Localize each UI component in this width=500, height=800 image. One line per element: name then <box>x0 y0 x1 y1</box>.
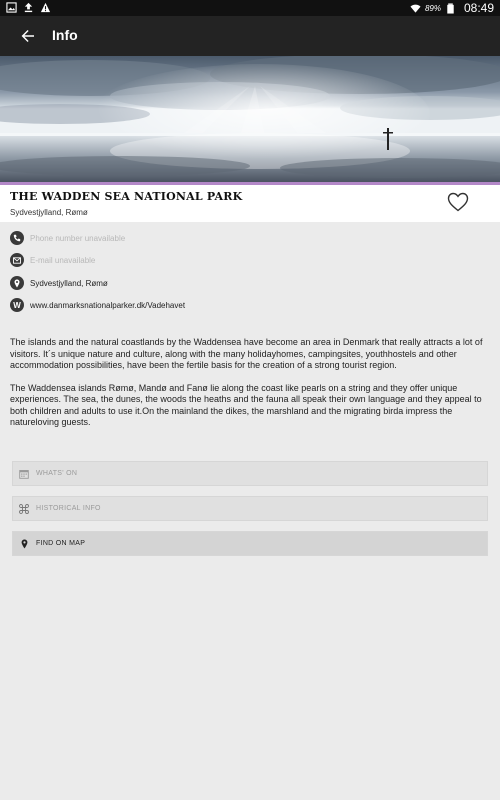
phone-text: Phone number unavailable <box>30 233 126 243</box>
arrow-back-icon <box>21 30 34 42</box>
heart-outline-icon <box>447 192 469 212</box>
battery-percent: 89% <box>424 3 441 13</box>
location-pin-icon <box>18 538 30 550</box>
status-notifications <box>6 2 51 13</box>
hero-image <box>0 56 500 182</box>
historical-info-button[interactable]: HISTORICAL INFO <box>12 496 488 521</box>
map-pin-icon <box>10 276 24 290</box>
description: The islands and the natural coastlands b… <box>10 337 490 440</box>
calendar-icon <box>18 468 30 480</box>
status-system: 89% 08:49 <box>410 1 494 15</box>
back-button[interactable] <box>16 26 40 46</box>
website-link[interactable]: www.danmarksnationalparker.dk/Vadehavet <box>30 301 185 310</box>
email-text: E-mail unavailable <box>30 255 96 265</box>
description-paragraph: The islands and the natural coastlands b… <box>10 337 483 370</box>
warning-notification-icon <box>40 2 51 13</box>
place-subtitle: Sydvestjylland, Rømø <box>10 208 88 217</box>
envelope-icon <box>10 253 24 267</box>
email-row: E-mail unavailable <box>10 252 95 268</box>
address-text: Sydvestjylland, Rømø <box>30 278 108 288</box>
wifi-icon <box>410 4 421 13</box>
find-on-map-button[interactable]: FIND ON MAP <box>12 531 488 556</box>
image-notification-icon <box>6 2 17 13</box>
place-title: THE WADDEN SEA NATIONAL PARK <box>10 190 243 203</box>
website-row[interactable]: W www.danmarksnationalparker.dk/Vadehave… <box>10 297 185 313</box>
place-header: THE WADDEN SEA NATIONAL PARK Sydvestjyll… <box>0 185 500 222</box>
phone-icon <box>10 231 24 245</box>
battery-icon <box>447 2 454 14</box>
historical-info-label: HISTORICAL INFO <box>36 505 101 512</box>
app-bar-title: Info <box>52 27 78 43</box>
whats-on-button[interactable]: WHATS' ON <box>12 461 488 486</box>
find-on-map-label: FIND ON MAP <box>36 540 86 547</box>
phone-row: Phone number unavailable <box>10 230 125 246</box>
whats-on-label: WHATS' ON <box>36 470 78 477</box>
command-icon <box>18 503 30 515</box>
web-icon: W <box>10 298 24 312</box>
app-bar: Info <box>0 16 500 56</box>
clock: 08:49 <box>463 1 494 15</box>
upload-notification-icon <box>24 2 33 13</box>
address-row[interactable]: Sydvestjylland, Rømø <box>10 275 108 291</box>
description-paragraph: The Waddensea islands Rømø, Mandø and Fa… <box>10 382 482 428</box>
favorite-button[interactable] <box>447 192 469 212</box>
status-bar: 89% 08:49 <box>0 0 500 16</box>
